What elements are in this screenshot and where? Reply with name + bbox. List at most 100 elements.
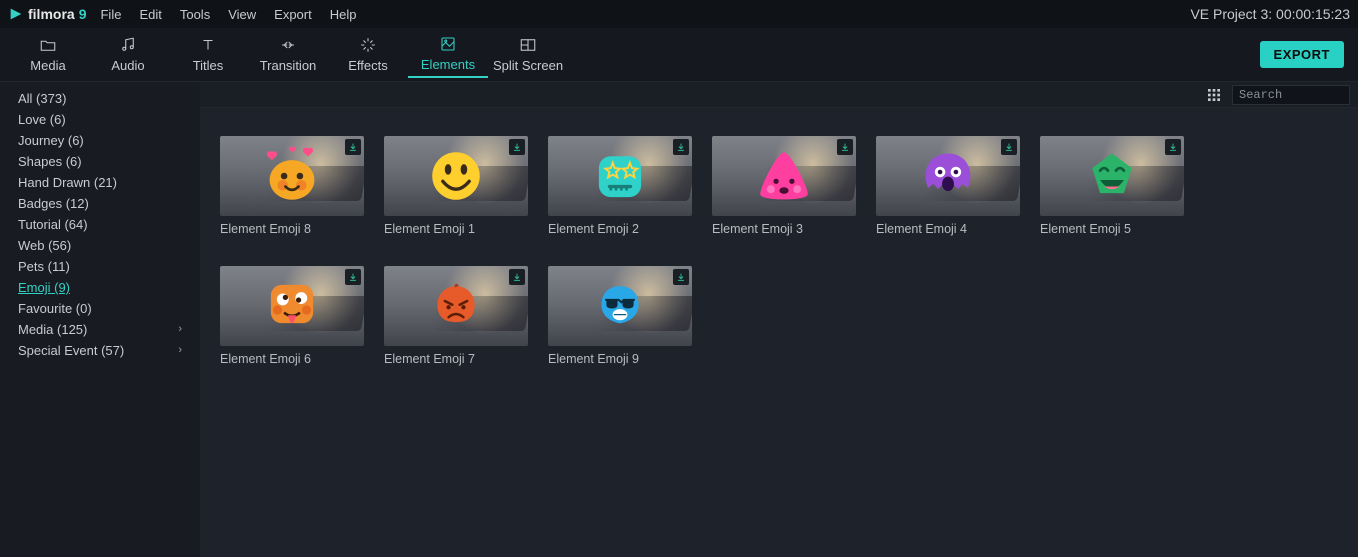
download-icon[interactable] bbox=[345, 139, 361, 155]
sidebar-item-label: Love (6) bbox=[18, 111, 66, 128]
element-card[interactable]: Element Emoji 6 bbox=[220, 266, 364, 366]
element-thumbnail bbox=[384, 136, 528, 216]
element-card[interactable]: Element Emoji 7 bbox=[384, 266, 528, 366]
element-card[interactable]: Element Emoji 2 bbox=[548, 136, 692, 236]
tab-transition[interactable]: Transition bbox=[248, 32, 328, 77]
menu-view[interactable]: View bbox=[228, 7, 256, 22]
sidebar-item-all[interactable]: All (373) bbox=[0, 88, 200, 109]
export-button[interactable]: EXPORT bbox=[1260, 41, 1344, 68]
element-label: Element Emoji 9 bbox=[548, 352, 692, 366]
app-version: 9 bbox=[79, 6, 87, 22]
elements-icon bbox=[439, 35, 457, 53]
sidebar-item-label: Shapes (6) bbox=[18, 153, 82, 170]
download-icon[interactable] bbox=[673, 269, 689, 285]
sidebar-item-label: All (373) bbox=[18, 90, 66, 107]
sidebar-item-emoji[interactable]: Emoji (9) bbox=[0, 277, 200, 298]
menu-edit[interactable]: Edit bbox=[139, 7, 161, 22]
emoji-star-eyes-teal-icon bbox=[586, 143, 654, 209]
element-thumbnail bbox=[548, 266, 692, 346]
main-area: All (373) Love (6) Journey (6) Shapes (6… bbox=[0, 82, 1358, 557]
tab-label: Titles bbox=[193, 58, 224, 73]
sidebar-item-journey[interactable]: Journey (6) bbox=[0, 130, 200, 151]
element-label: Element Emoji 4 bbox=[876, 222, 1020, 236]
sidebar-item-web[interactable]: Web (56) bbox=[0, 235, 200, 256]
tab-bar: Media Audio Titles Transition Effects El… bbox=[0, 28, 1358, 82]
sidebar-item-tutorial[interactable]: Tutorial (64) bbox=[0, 214, 200, 235]
search-input[interactable] bbox=[1239, 88, 1358, 102]
menu-help[interactable]: Help bbox=[330, 7, 357, 22]
download-icon[interactable] bbox=[837, 139, 853, 155]
tab-label: Effects bbox=[348, 58, 388, 73]
elements-grid: Element Emoji 8 Element Emoji 1 bbox=[200, 108, 1358, 557]
emoji-cool-blue-icon bbox=[589, 273, 651, 339]
emoji-angry-redorange-icon bbox=[425, 273, 487, 339]
menu-items: File Edit Tools View Export Help bbox=[100, 7, 356, 22]
folder-icon bbox=[39, 36, 57, 54]
element-card[interactable]: Element Emoji 3 bbox=[712, 136, 856, 236]
sidebar-item-label: Emoji (9) bbox=[18, 279, 70, 296]
content-toolbar bbox=[200, 82, 1358, 108]
sidebar-item-label: Badges (12) bbox=[18, 195, 89, 212]
element-thumbnail bbox=[384, 266, 528, 346]
tab-label: Audio bbox=[111, 58, 144, 73]
sidebar-item-media[interactable]: Media (125)› bbox=[0, 319, 200, 340]
download-icon[interactable] bbox=[509, 139, 525, 155]
category-sidebar: All (373) Love (6) Journey (6) Shapes (6… bbox=[0, 82, 200, 557]
emoji-scream-purple-icon bbox=[915, 143, 981, 209]
download-icon[interactable] bbox=[673, 139, 689, 155]
emoji-love-orange-icon bbox=[257, 143, 327, 209]
sidebar-item-specialevent[interactable]: Special Event (57) › bbox=[0, 340, 200, 361]
sidebar-item-shapes[interactable]: Shapes (6) bbox=[0, 151, 200, 172]
element-card[interactable]: Element Emoji 5 bbox=[1040, 136, 1184, 236]
project-label: VE Project 3: bbox=[1190, 6, 1272, 22]
sidebar-item-label: Web (56) bbox=[18, 237, 71, 254]
element-thumbnail bbox=[548, 136, 692, 216]
download-icon[interactable] bbox=[345, 269, 361, 285]
download-icon[interactable] bbox=[509, 269, 525, 285]
element-card[interactable]: Element Emoji 8 bbox=[220, 136, 364, 236]
element-label: Element Emoji 8 bbox=[220, 222, 364, 236]
search-box[interactable] bbox=[1232, 85, 1350, 105]
emoji-smile-yellow-icon bbox=[423, 143, 489, 209]
element-thumbnail bbox=[876, 136, 1020, 216]
menu-file[interactable]: File bbox=[100, 7, 121, 22]
app-logo: filmora9 bbox=[8, 6, 86, 22]
download-icon[interactable] bbox=[1165, 139, 1181, 155]
music-icon bbox=[119, 36, 137, 54]
tab-splitscreen[interactable]: Split Screen bbox=[488, 32, 568, 77]
element-card[interactable]: Element Emoji 1 bbox=[384, 136, 528, 236]
sidebar-item-label: Media (125) bbox=[18, 321, 87, 338]
sidebar-item-love[interactable]: Love (6) bbox=[0, 109, 200, 130]
transition-icon bbox=[279, 36, 297, 54]
sidebar-item-pets[interactable]: Pets (11) bbox=[0, 256, 200, 277]
splitscreen-icon bbox=[519, 36, 537, 54]
sidebar-item-label: Pets (11) bbox=[18, 258, 70, 275]
element-thumbnail bbox=[1040, 136, 1184, 216]
tab-label: Media bbox=[30, 58, 65, 73]
sidebar-item-label: Special Event (57) bbox=[18, 342, 124, 359]
tab-audio[interactable]: Audio bbox=[88, 32, 168, 77]
content-panel: Element Emoji 8 Element Emoji 1 bbox=[200, 82, 1358, 557]
element-label: Element Emoji 1 bbox=[384, 222, 528, 236]
menu-tools[interactable]: Tools bbox=[180, 7, 210, 22]
emoji-laugh-green-icon bbox=[1078, 143, 1146, 209]
element-card[interactable]: Element Emoji 4 bbox=[876, 136, 1020, 236]
grid-view-icon[interactable] bbox=[1206, 87, 1222, 103]
element-label: Element Emoji 7 bbox=[384, 352, 528, 366]
tab-titles[interactable]: Titles bbox=[168, 32, 248, 77]
tab-media[interactable]: Media bbox=[8, 32, 88, 77]
menu-export[interactable]: Export bbox=[274, 7, 312, 22]
sidebar-item-handdrawn[interactable]: Hand Drawn (21) bbox=[0, 172, 200, 193]
tab-elements[interactable]: Elements bbox=[408, 31, 488, 78]
tab-effects[interactable]: Effects bbox=[328, 32, 408, 77]
sidebar-item-label: Journey (6) bbox=[18, 132, 84, 149]
project-info: VE Project 3: 00:00:15:23 bbox=[1190, 6, 1350, 22]
tab-label: Elements bbox=[421, 57, 475, 72]
download-icon[interactable] bbox=[1001, 139, 1017, 155]
chevron-right-icon: › bbox=[178, 342, 182, 359]
element-card[interactable]: Element Emoji 9 bbox=[548, 266, 692, 366]
sidebar-item-favourite[interactable]: Favourite (0) bbox=[0, 298, 200, 319]
titles-icon bbox=[199, 36, 217, 54]
sidebar-item-badges[interactable]: Badges (12) bbox=[0, 193, 200, 214]
element-label: Element Emoji 6 bbox=[220, 352, 364, 366]
